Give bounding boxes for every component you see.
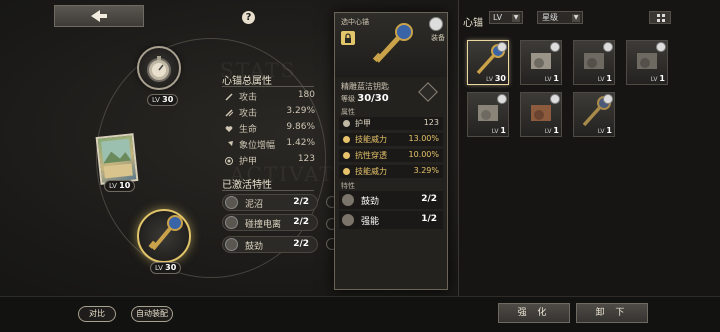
equipped-badge [656, 42, 666, 52]
enhance-button[interactable]: 强 化 [498, 303, 570, 323]
equipped-badge [603, 42, 613, 52]
total-attributes-title: 心锚总属性 [222, 76, 272, 87]
trait-invigorate-icon [225, 238, 238, 251]
tooltip-attr-row: 抗性穿透 10.00% [339, 149, 443, 162]
equip-label: 装备 [431, 34, 445, 42]
sword-icon [225, 109, 234, 117]
skill-power-icon [343, 136, 350, 143]
item-level: LV 1 [544, 74, 559, 83]
tooltip-trait-section: 特性 [341, 182, 355, 190]
item-level: LV 1 [597, 126, 612, 135]
tooltip-trait-row: 鼓劲 2/2 [339, 191, 443, 209]
shield-icon [343, 120, 350, 127]
trait-row[interactable]: 碰撞电离 2/2 [222, 214, 318, 231]
anchor-slot-bottom[interactable] [137, 209, 191, 263]
stat-row: 攻击 180 [225, 90, 315, 103]
tooltip-trait-row: 强能 1/2 [339, 211, 443, 229]
activated-traits-title: 已激活特性 [222, 180, 272, 191]
heart-icon [225, 125, 233, 133]
star-filter-dropdown[interactable]: 星级 ▼ [537, 11, 583, 24]
chevron-down-icon: ▼ [572, 14, 580, 22]
back-button[interactable] [54, 5, 144, 27]
equipped-avatar [429, 17, 443, 31]
equipped-badge [603, 94, 613, 104]
trait-ionize-icon [225, 216, 238, 229]
auto-equip-button[interactable]: 自动装配 [131, 306, 173, 322]
equipped-badge [497, 42, 507, 52]
compare-button[interactable]: 对比 [78, 306, 116, 322]
equipped-badge [550, 94, 560, 104]
grid-view-button[interactable] [649, 11, 671, 24]
anchor-level: 等级 30/30 [341, 93, 389, 104]
trait-row[interactable]: 鼓劲 2/2 [222, 236, 318, 253]
tooltip-attr-row: 技能威力 3.29% [339, 165, 443, 178]
tooltip-attr-row: 护甲 123 [339, 117, 443, 130]
chevron-down-icon: ▼ [512, 14, 520, 22]
item-level: LV 1 [597, 74, 612, 83]
help-icon[interactable]: ? [242, 11, 255, 24]
equipped-badge [550, 42, 560, 52]
landscape-card-icon [101, 138, 133, 179]
anchor-slot-middle[interactable] [95, 133, 139, 185]
rarity-diamond-icon [418, 82, 438, 102]
tooltip-attr-section: 属性 [341, 108, 355, 116]
stat-row: 攻击 3.29% [225, 106, 315, 119]
resist-pierce-icon [343, 152, 350, 159]
trait-row[interactable]: 泥沼 2/2 [222, 194, 318, 211]
divider [222, 190, 314, 191]
sword-icon [225, 93, 233, 101]
stat-row: 护甲 123 [225, 154, 315, 167]
item-level: LV 1 [544, 126, 559, 135]
trait-empower-icon [342, 214, 354, 226]
shield-icon [225, 157, 233, 165]
inventory-item[interactable]: LV 1 [520, 92, 562, 137]
key-icon [372, 23, 413, 63]
item-level: LV 1 [650, 74, 665, 83]
skill-power-icon [343, 168, 350, 175]
key-icon [148, 215, 183, 251]
trait-mire-icon [225, 196, 238, 209]
equipped-badge [497, 94, 507, 104]
level-filter-dropdown[interactable]: LV ▼ [489, 11, 523, 24]
unequip-button[interactable]: 卸 下 [576, 303, 648, 323]
slot-bottom-level: LV 30 [150, 262, 182, 274]
inventory-panel: 心锚 LV ▼ 星级 ▼ LV 30 LV 1 LV 1 LV 1 LV 1 L… [458, 0, 720, 296]
arrow-icon [225, 141, 233, 149]
trait-invigorate-icon [342, 194, 354, 206]
item-level: LV 1 [491, 126, 506, 135]
inventory-item[interactable]: LV 1 [573, 92, 615, 137]
inventory-item[interactable]: LV 1 [573, 40, 615, 85]
item-level: LV 30 [486, 74, 506, 83]
inventory-item[interactable]: LV 30 [467, 40, 509, 85]
divider [222, 86, 314, 87]
inventory-item[interactable]: LV 1 [626, 40, 668, 85]
back-arrow-icon [91, 10, 107, 22]
inventory-item[interactable]: LV 1 [467, 92, 509, 137]
slot-top-level: LV 30 [147, 94, 179, 106]
inventory-item[interactable]: LV 1 [520, 40, 562, 85]
slot-middle-level: LV 10 [104, 180, 136, 192]
lock-icon[interactable] [341, 31, 355, 45]
stat-row: 生命 9.86% [225, 122, 315, 135]
anchor-name: 精雕蓝洁钥匙 [341, 82, 389, 91]
anchor-slot-top[interactable] [137, 46, 181, 90]
stat-row: 象位增幅 1.42% [225, 138, 315, 151]
inventory-title: 心锚 [463, 18, 483, 29]
tooltip-attr-row: 技能威力 13.00% [339, 133, 443, 146]
compass-icon [147, 56, 171, 82]
anchor-detail-tooltip: 选中心锚 装备 精雕蓝洁钥匙 等级 30/30 属性 护甲 123 技能威力 1… [334, 12, 448, 290]
